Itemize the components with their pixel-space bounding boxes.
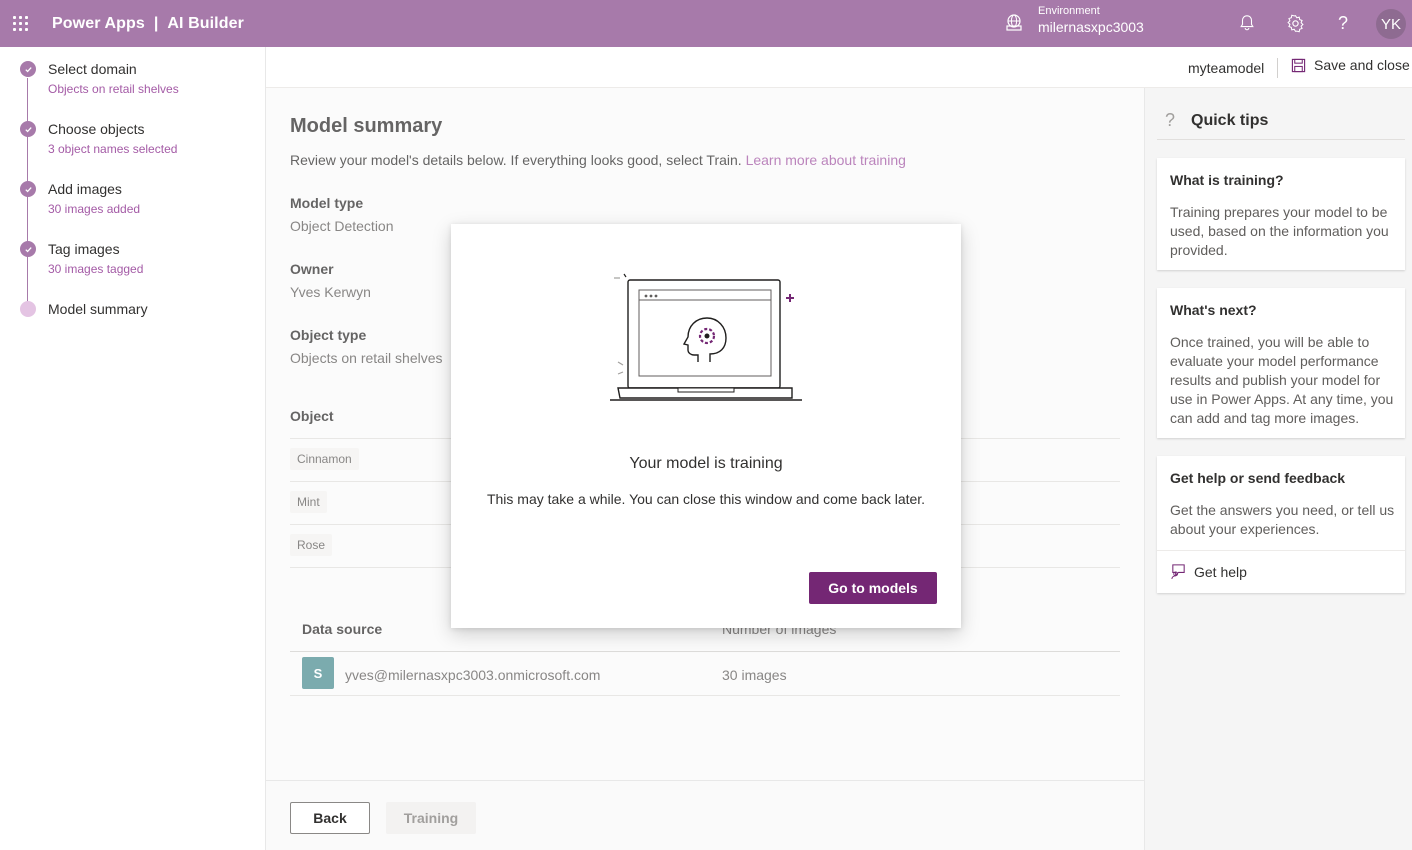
tip-card: Get help or send feedback Get the answer… xyxy=(1157,456,1405,593)
step-title: Model summary xyxy=(48,301,148,317)
step-add-images[interactable]: Add images 30 images added xyxy=(0,167,266,227)
step-select-domain[interactable]: Select domain Objects on retail shelves xyxy=(0,47,266,107)
check-icon xyxy=(20,181,36,197)
save-and-close-label: Save and close xyxy=(1314,57,1410,73)
check-icon xyxy=(20,61,36,77)
question-icon: ? xyxy=(1165,110,1176,130)
save-and-close-button[interactable]: Save and close xyxy=(1291,57,1410,73)
quick-tips-header: ? Quick tips xyxy=(1157,102,1405,140)
dialog-message: This may take a while. You can close thi… xyxy=(486,491,926,507)
notifications-bell-icon[interactable] xyxy=(1236,12,1258,34)
current-step-dot-icon xyxy=(20,301,36,317)
footer-bar: Back Training xyxy=(266,780,1144,850)
check-icon xyxy=(20,121,36,137)
step-title: Add images xyxy=(48,181,122,197)
check-icon xyxy=(20,241,36,257)
avatar[interactable]: YK xyxy=(1376,9,1406,39)
step-subtitle: 30 images added xyxy=(48,202,141,216)
tip-card: What's next? Once trained, you will be a… xyxy=(1157,288,1405,438)
tip-card: What is training? Training prepares your… xyxy=(1157,158,1405,270)
environment-icon xyxy=(1006,14,1022,31)
feedback-person-icon xyxy=(1171,564,1185,580)
wizard-steps: Select domain Objects on retail shelves … xyxy=(0,47,266,850)
tip-body: Training prepares your model to be used,… xyxy=(1170,204,1389,258)
step-choose-objects[interactable]: Choose objects 3 object names selected xyxy=(0,107,266,167)
step-subtitle: Objects on retail shelves xyxy=(48,82,179,96)
step-subtitle: 3 object names selected xyxy=(48,142,178,156)
tip-body: Once trained, you will be able to evalua… xyxy=(1170,334,1394,426)
tip-title: What is training? xyxy=(1170,172,1284,188)
app-name[interactable]: Power Apps xyxy=(52,15,145,33)
tip-body: Get the answers you need, or tell us abo… xyxy=(1170,502,1395,537)
product-name[interactable]: AI Builder xyxy=(167,15,244,33)
environment-label: Environment xyxy=(1038,5,1100,17)
command-bar: myteamodel Save and close xyxy=(266,47,1412,88)
environment-value: milernasxpc3003 xyxy=(1038,19,1144,35)
help-icon[interactable]: ? xyxy=(1332,12,1354,34)
quick-tips-panel: ? Quick tips What is training? Training … xyxy=(1144,88,1412,850)
back-button[interactable]: Back xyxy=(290,802,370,834)
environment-picker[interactable]: Environment milernasxpc3003 xyxy=(1004,4,1144,36)
divider xyxy=(1157,550,1405,551)
training-button: Training xyxy=(386,802,476,834)
get-help-label: Get help xyxy=(1194,563,1247,580)
divider xyxy=(1277,58,1278,78)
step-title: Tag images xyxy=(48,241,120,257)
dialog-title: Your model is training xyxy=(629,455,783,472)
training-dialog: Your model is training This may take a w… xyxy=(451,224,961,628)
model-name: myteamodel xyxy=(1188,60,1265,76)
step-tag-images[interactable]: Tag images 30 images tagged xyxy=(0,227,266,287)
get-help-link[interactable]: Get help xyxy=(1170,563,1247,580)
title-separator: | xyxy=(153,14,159,32)
step-title: Choose objects xyxy=(48,121,145,137)
tip-title: What's next? xyxy=(1170,302,1257,318)
tip-title: Get help or send feedback xyxy=(1170,470,1346,486)
laptop-brain-illustration-icon xyxy=(610,273,802,401)
save-icon xyxy=(1291,58,1306,72)
step-title: Select domain xyxy=(48,61,137,77)
go-to-models-button[interactable]: Go to models xyxy=(809,572,937,604)
app-launcher-icon[interactable] xyxy=(0,0,40,47)
step-subtitle: 30 images tagged xyxy=(48,262,144,276)
top-bar: Power Apps | AI Builder Environment mile… xyxy=(0,0,1412,47)
settings-gear-icon[interactable] xyxy=(1284,12,1306,34)
step-model-summary[interactable]: Model summary xyxy=(0,287,266,347)
quick-tips-title: Quick tips xyxy=(1191,111,1269,129)
